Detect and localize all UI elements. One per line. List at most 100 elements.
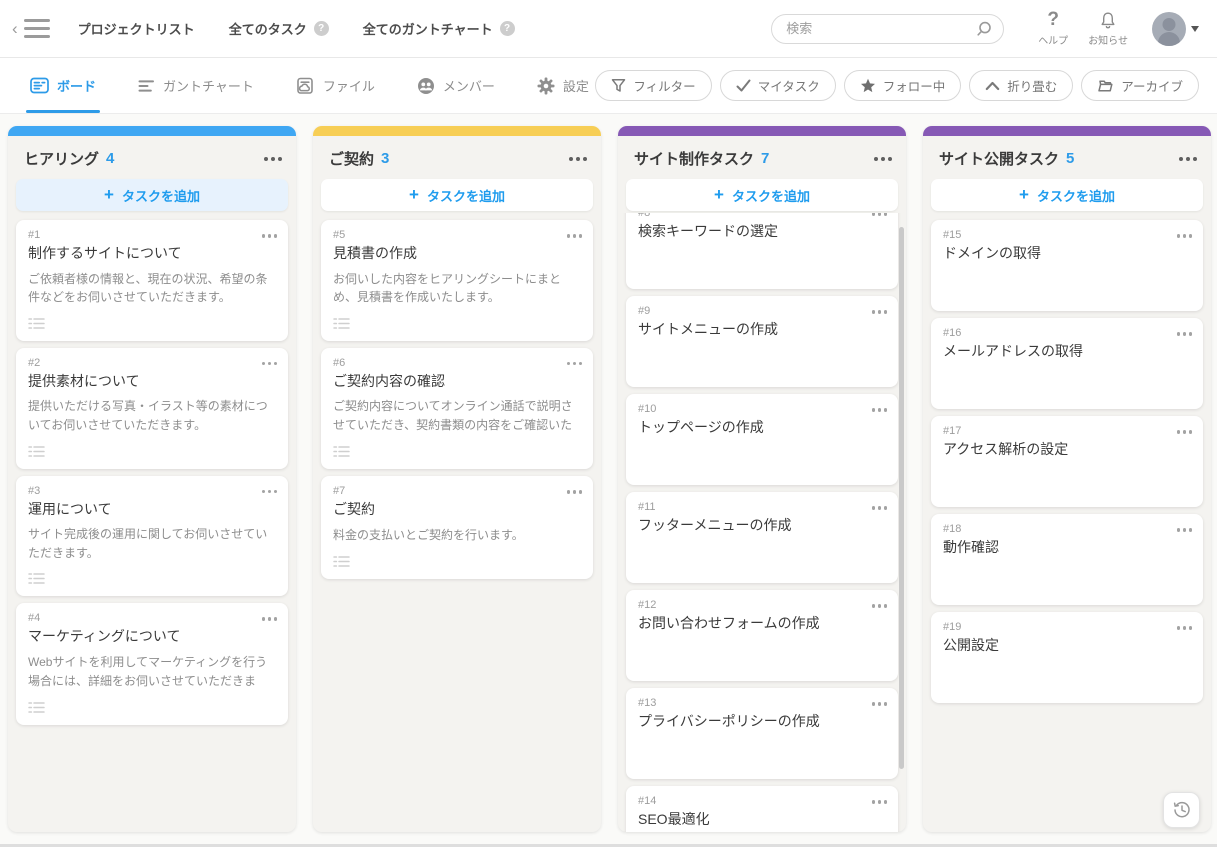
help-button[interactable]: ? ヘルプ [1038, 9, 1069, 47]
task-menu-button[interactable] [869, 213, 887, 219]
task-menu-button[interactable] [259, 231, 277, 241]
task-menu-button[interactable] [869, 503, 887, 513]
column-task-count: 3 [381, 150, 390, 167]
help-circle-icon[interactable]: ? [499, 21, 515, 36]
hamburger-menu-icon[interactable] [23, 19, 50, 38]
column-menu-button[interactable] [1176, 154, 1197, 164]
task-menu-button[interactable] [1174, 329, 1192, 339]
search-icon[interactable] [975, 20, 993, 38]
following-button[interactable]: フォロー中 [843, 70, 962, 101]
add-task-button[interactable]: + タスクを追加 [626, 179, 898, 211]
column-scrollbar[interactable] [899, 227, 904, 769]
task-card[interactable]: #14 SEO最適化 [626, 786, 898, 832]
task-menu-button[interactable] [1174, 231, 1192, 241]
task-card[interactable]: #10 トップページの作成 [626, 394, 898, 485]
task-title: プライバシーポリシーの作成 [638, 713, 820, 729]
help-label: ヘルプ [1038, 35, 1069, 47]
tab-files-label: ファイル [322, 79, 375, 94]
task-menu-button[interactable] [869, 307, 887, 317]
add-task-button[interactable]: + タスクを追加 [16, 179, 288, 211]
task-menu-button[interactable] [259, 614, 277, 624]
task-card[interactable]: #18 動作確認 [931, 514, 1203, 605]
column-menu-button[interactable] [871, 154, 892, 164]
tab-board-label: ボード [57, 79, 97, 94]
task-menu-button[interactable] [564, 359, 582, 369]
task-card[interactable]: #19 公開設定 [931, 612, 1203, 703]
add-task-button[interactable]: + タスクを追加 [321, 179, 593, 211]
task-menu-button[interactable] [1174, 525, 1192, 535]
board-columns: ヒアリング 4 + タスクを追加 #1 制作するサイトについて ご依頼者様の情報… [8, 126, 1211, 847]
task-card[interactable]: #2 提供素材について 提供いただける写真・イラスト等の素材についてお伺いさせて… [16, 347, 288, 469]
task-menu-button[interactable] [869, 405, 887, 415]
search-input[interactable] [786, 21, 976, 36]
task-id: #4 [28, 612, 41, 625]
archive-icon [1098, 80, 1113, 92]
tab-members[interactable]: メンバー [417, 58, 495, 113]
board-column: ご契約 3 + タスクを追加 #5 見積書の作成 お伺いした内容をヒアリングシー… [313, 126, 601, 832]
header-nav: プロジェクトリスト 全てのタスク ? 全てのガントチャート ? [78, 19, 515, 38]
task-card[interactable]: #1 制作するサイトについて ご依頼者様の情報と、現在の状況、希望の条件などをお… [16, 220, 288, 341]
filter-button[interactable]: フィルター [595, 70, 712, 101]
task-title: マーケティングについて [28, 628, 181, 645]
task-card[interactable]: #3 運用について サイト完成後の運用に関してお伺いさせていただきます。 [16, 475, 288, 597]
my-tasks-button[interactable]: マイタスク [719, 70, 836, 101]
task-menu-button[interactable] [564, 487, 582, 497]
task-menu-button[interactable] [259, 487, 277, 497]
search-box[interactable] [771, 13, 1005, 44]
task-menu-button[interactable] [869, 797, 887, 807]
account-menu[interactable] [1152, 11, 1199, 46]
collapse-label: 折り畳む [1007, 80, 1058, 94]
collapse-button[interactable]: 折り畳む [969, 70, 1074, 101]
column-menu-button[interactable] [566, 154, 587, 164]
task-card[interactable]: #8 検索キーワードの選定 [626, 213, 898, 289]
task-card[interactable]: #6 ご契約内容の確認 ご契約内容についてオンライン通話で説明させていただき、契… [321, 347, 593, 470]
task-card[interactable]: #7 ご契約 料金の支払いとご契約を行います。 [321, 476, 593, 579]
checklist-icon [28, 445, 45, 457]
task-card[interactable]: #16 メールアドレスの取得 [931, 318, 1203, 409]
archive-button[interactable]: アーカイブ [1081, 70, 1199, 101]
history-button[interactable] [1163, 792, 1200, 828]
my-tasks-label: マイタスク [757, 80, 820, 94]
task-card[interactable]: #5 見積書の作成 お伺いした内容をヒアリングシートにまとめ、見積書を作成いたし… [321, 220, 593, 341]
task-menu-button[interactable] [869, 601, 887, 611]
task-card[interactable]: #9 サイトメニューの作成 [626, 296, 898, 387]
task-card[interactable]: #4 マーケティングについて Webサイトを利用してマーケティングを行う場合には… [16, 603, 288, 725]
nav-all-gantt-label: 全てのガントチャート [362, 22, 493, 37]
column-cards: #15 ドメインの取得 #16 メールアドレスの取得 #17 アクセス解析の設定… [923, 213, 1211, 832]
add-task-button[interactable]: + タスクを追加 [931, 179, 1203, 211]
nav-project-list[interactable]: プロジェクトリスト [78, 19, 195, 38]
task-title: フッターメニューの作成 [638, 517, 792, 533]
nav-all-gantt[interactable]: 全てのガントチャート ? [363, 19, 515, 38]
task-menu-button[interactable] [1174, 427, 1192, 437]
task-menu-button[interactable] [259, 359, 277, 369]
task-menu-button[interactable] [869, 699, 887, 709]
following-label: フォロー中 [882, 80, 946, 94]
tab-gantt[interactable]: ガントチャート [138, 58, 254, 113]
plus-icon: + [104, 184, 114, 204]
notifications-button[interactable]: お知らせ [1088, 11, 1128, 47]
project-toolbar: ボード ガントチャート ファイル メンバー 設定 フィルター マイタスク フォロ… [0, 58, 1217, 114]
column-menu-button[interactable] [261, 154, 282, 164]
checklist-icon [28, 702, 45, 713]
column-cards: #1 制作するサイトについて ご依頼者様の情報と、現在の状況、希望の条件などをお… [8, 213, 296, 832]
task-card[interactable]: #13 プライバシーポリシーの作成 [626, 688, 898, 779]
back-chevron-icon[interactable]: ‹ [10, 16, 20, 41]
tab-files[interactable]: ファイル [296, 58, 375, 113]
task-card[interactable]: #15 ドメインの取得 [931, 220, 1203, 311]
help-circle-icon[interactable]: ? [313, 21, 329, 36]
gantt-icon [138, 79, 155, 92]
task-description: Webサイトを利用してマーケティングを行う場合には、詳細をお伺いさせていただきま… [28, 654, 268, 688]
task-card[interactable]: #11 フッターメニューの作成 [626, 492, 898, 583]
nav-all-tasks[interactable]: 全てのタスク ? [229, 19, 329, 38]
task-card[interactable]: #17 アクセス解析の設定 [931, 416, 1203, 507]
settings-icon [537, 77, 555, 94]
task-menu-button[interactable] [564, 231, 582, 241]
task-card[interactable]: #12 お問い合わせフォームの作成 [626, 590, 898, 681]
task-menu-button[interactable] [1174, 623, 1192, 633]
plus-icon: + [409, 184, 419, 204]
plus-icon: + [714, 184, 724, 204]
task-title: 提供素材について [28, 372, 140, 389]
question-icon: ? [1047, 9, 1059, 30]
tab-settings[interactable]: 設定 [537, 58, 589, 113]
tab-board[interactable]: ボード [25, 58, 101, 113]
